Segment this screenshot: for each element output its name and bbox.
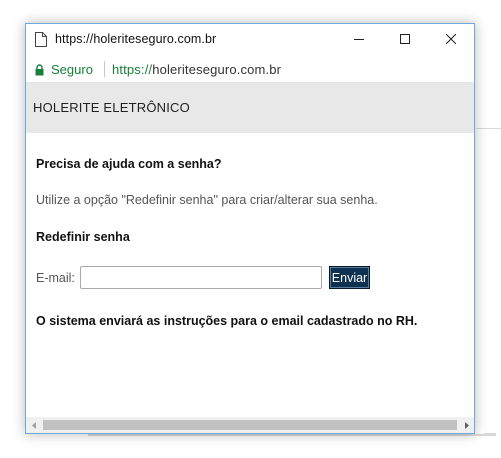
close-icon <box>445 31 457 49</box>
secure-label: Seguro <box>51 62 93 77</box>
scroll-left-button[interactable] <box>26 417 42 433</box>
horizontal-scrollbar[interactable] <box>26 417 474 433</box>
maximize-button[interactable] <box>382 24 428 56</box>
email-input[interactable] <box>80 266 322 289</box>
url-host: holeriteseguro.com.br <box>152 62 282 77</box>
title-bar[interactable]: https://holeriteseguro.com.br <box>26 24 474 56</box>
close-button[interactable] <box>428 24 474 56</box>
arrow-right-icon <box>464 416 469 434</box>
email-label: E-mail: <box>36 271 75 285</box>
app-title: HOLERITE ELETRÔNICO <box>33 100 190 115</box>
url-scheme: https:// <box>112 62 153 77</box>
arrow-left-icon <box>31 416 37 434</box>
maximize-icon <box>400 31 410 49</box>
url-text[interactable]: https://holeriteseguro.com.br <box>112 62 281 77</box>
address-separator <box>104 61 105 77</box>
help-heading: Precisa de ajuda com a senha? <box>36 157 222 171</box>
minimize-button[interactable] <box>336 24 382 56</box>
scroll-thumb[interactable] <box>43 420 457 430</box>
system-note: O sistema enviará as instruções para o e… <box>36 314 418 328</box>
scroll-right-button[interactable] <box>458 417 474 433</box>
window-title: https://holeriteseguro.com.br <box>55 32 217 46</box>
background-divider <box>88 434 496 436</box>
popup-window: https://holeriteseguro.com.br Seguro htt… <box>25 23 475 434</box>
address-bar[interactable]: Seguro https://holeriteseguro.com.br <box>26 56 474 83</box>
lock-icon <box>35 63 44 76</box>
minimize-icon <box>354 31 364 49</box>
help-text: Utilize a opção "Redefinir senha" para c… <box>36 193 378 207</box>
page-icon <box>35 32 47 47</box>
background-divider <box>476 128 501 129</box>
app-header: HOLERITE ELETRÔNICO <box>26 83 474 133</box>
redefine-heading: Redefinir senha <box>36 230 130 244</box>
send-button[interactable]: Enviar <box>329 266 370 289</box>
page-content: HOLERITE ELETRÔNICO Precisa de ajuda com… <box>26 83 474 417</box>
